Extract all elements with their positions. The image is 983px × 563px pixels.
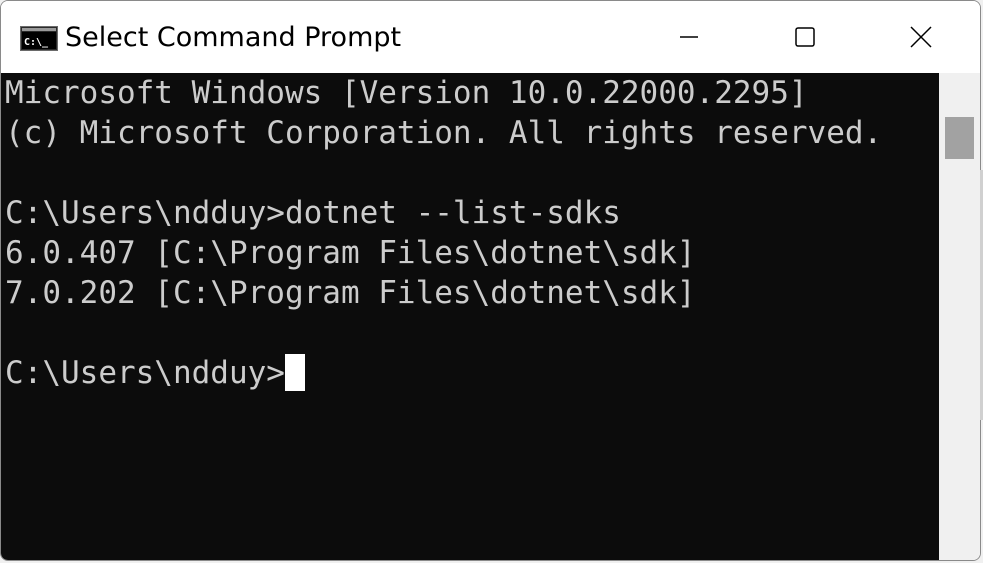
maximize-icon [795, 27, 815, 47]
console-line: 6.0.407 [C:\Program Files\dotnet\sdk] [5, 235, 696, 271]
maximize-button[interactable] [747, 1, 863, 73]
console-line: Microsoft Windows [Version 10.0.22000.22… [5, 75, 808, 111]
scrollbar-thumb[interactable] [945, 117, 974, 159]
prompt-text: C:\Users\ndduy> [5, 355, 285, 391]
command-prompt-window: C:\_ Select Command Prompt Microsoft Win… [0, 0, 981, 561]
console-line: 7.0.202 [C:\Program Files\dotnet\sdk] [5, 275, 696, 311]
svg-text:C:\_: C:\_ [24, 37, 49, 48]
vertical-scrollbar[interactable] [939, 73, 980, 560]
prompt-line: C:\Users\ndduy> [5, 353, 305, 393]
close-icon [910, 26, 932, 48]
text-cursor [284, 354, 305, 391]
console-line: C:\Users\ndduy>dotnet --list-sdks [5, 195, 621, 231]
close-button[interactable] [863, 1, 979, 73]
console-output[interactable]: Microsoft Windows [Version 10.0.22000.22… [1, 73, 939, 560]
console-line: (c) Microsoft Corporation. All rights re… [5, 115, 883, 151]
title-bar[interactable]: C:\_ Select Command Prompt [1, 1, 980, 73]
console-icon: C:\_ [20, 26, 58, 51]
window-title: Select Command Prompt [65, 22, 402, 53]
minimize-button[interactable] [631, 1, 747, 73]
minimize-icon [680, 36, 698, 38]
